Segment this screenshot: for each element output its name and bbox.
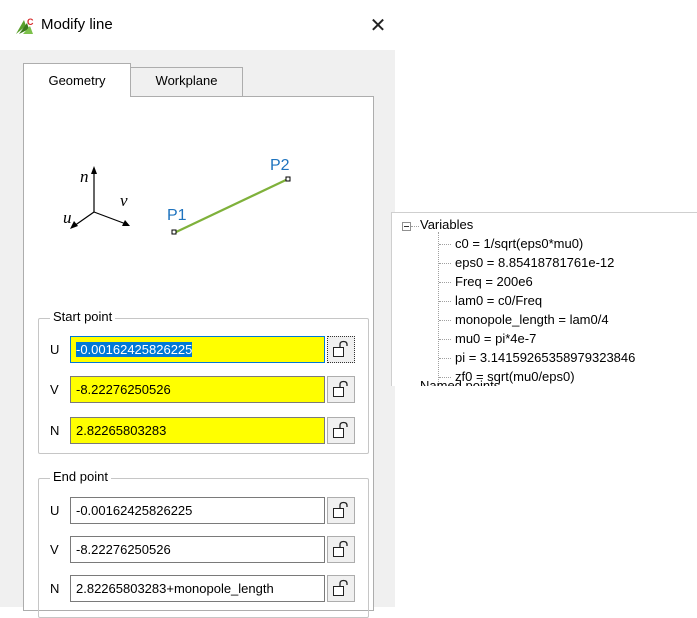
tree-item-pi[interactable]: pi = 3.1415926535897932384​6 [455, 350, 635, 365]
svg-text:C: C [27, 17, 34, 27]
tree-item-eps0[interactable]: eps0 = 8.85418781761e-12 [455, 255, 614, 270]
start-v-parameter-button[interactable] [327, 376, 355, 403]
tree-item-lam0[interactable]: lam0 = c0/Freq [455, 293, 542, 308]
tree-connector [438, 232, 439, 386]
title-bar[interactable]: C Modify line ✕ [0, 0, 395, 50]
lock-icon [333, 540, 348, 557]
lock-icon [333, 380, 348, 397]
end-v-label: V [50, 542, 59, 557]
end-n-label: N [50, 581, 60, 596]
axis-u-label: u [63, 208, 72, 227]
start-n-field[interactable]: 2.82265803283 [70, 417, 325, 444]
tree-connector [439, 358, 451, 359]
tab-workplane[interactable]: Workplane [131, 67, 243, 96]
axis-v-label: v [120, 191, 128, 210]
start-u-label: U [50, 342, 60, 357]
tree-connector [439, 320, 451, 321]
tree-item-mu0[interactable]: mu0 = pi*4e-7 [455, 331, 536, 346]
window-title: Modify line [41, 16, 113, 33]
tree-connector [439, 282, 451, 283]
tab-geometry[interactable]: Geometry [23, 63, 131, 97]
start-u-parameter-button[interactable] [327, 336, 355, 363]
start-v-field[interactable]: -8.22276250526 [70, 376, 325, 403]
tree-item-c0[interactable]: c0 = 1/sqrt(eps0*mu0) [455, 236, 583, 251]
tree-item-freq[interactable]: Freq = 200e6 [455, 274, 533, 289]
line-diagram: n v u P1 P2 [63, 157, 291, 235]
end-u-parameter-button[interactable] [327, 497, 355, 524]
end-point-label: End point [50, 469, 111, 484]
tree-root-variables[interactable]: Variables [420, 217, 473, 232]
lock-icon [333, 501, 348, 518]
tree-item-monopole-length[interactable]: monopole_length = lam0/4 [455, 312, 609, 327]
close-icon[interactable]: ✕ [363, 11, 393, 41]
point1-label: P1 [167, 207, 187, 224]
start-u-field[interactable]: -0.00162425826225 [70, 336, 325, 363]
line-segment [173, 178, 289, 234]
end-v-field[interactable]: -8.22276250526 [70, 536, 325, 563]
point2-label: P2 [270, 157, 290, 174]
variables-tree-panel: Variables c0 = 1/sqrt(eps0*mu0) eps0 = 8… [391, 212, 697, 386]
collapse-icon[interactable] [402, 222, 411, 231]
tree-connector [439, 339, 451, 340]
point1-marker [171, 229, 177, 235]
tree-connector [439, 263, 451, 264]
lock-icon [333, 579, 348, 596]
start-n-label: N [50, 423, 60, 438]
start-u-value: -0.00162425826225 [76, 342, 193, 357]
lock-icon [333, 340, 348, 357]
end-v-parameter-button[interactable] [327, 536, 355, 563]
tree-connector [411, 226, 419, 227]
end-u-label: U [50, 503, 60, 518]
modify-line-dialog: C Modify line ✕ Geometry Workplane n v u… [0, 0, 395, 618]
start-v-label: V [50, 382, 59, 397]
end-n-field[interactable]: 2.82265803283+monopole_length [70, 575, 325, 602]
end-n-parameter-button[interactable] [327, 575, 355, 602]
start-n-parameter-button[interactable] [327, 417, 355, 444]
lock-icon [333, 421, 348, 438]
axis-n-label: n [80, 167, 89, 186]
end-u-field[interactable]: -0.00162425826225 [70, 497, 325, 524]
tree-item-named-points[interactable]: Named points [420, 378, 500, 386]
tree-connector [439, 244, 451, 245]
point2-marker [285, 176, 291, 182]
tree-connector [439, 301, 451, 302]
start-point-label: Start point [50, 309, 116, 324]
cst-app-icon: C [16, 17, 34, 34]
